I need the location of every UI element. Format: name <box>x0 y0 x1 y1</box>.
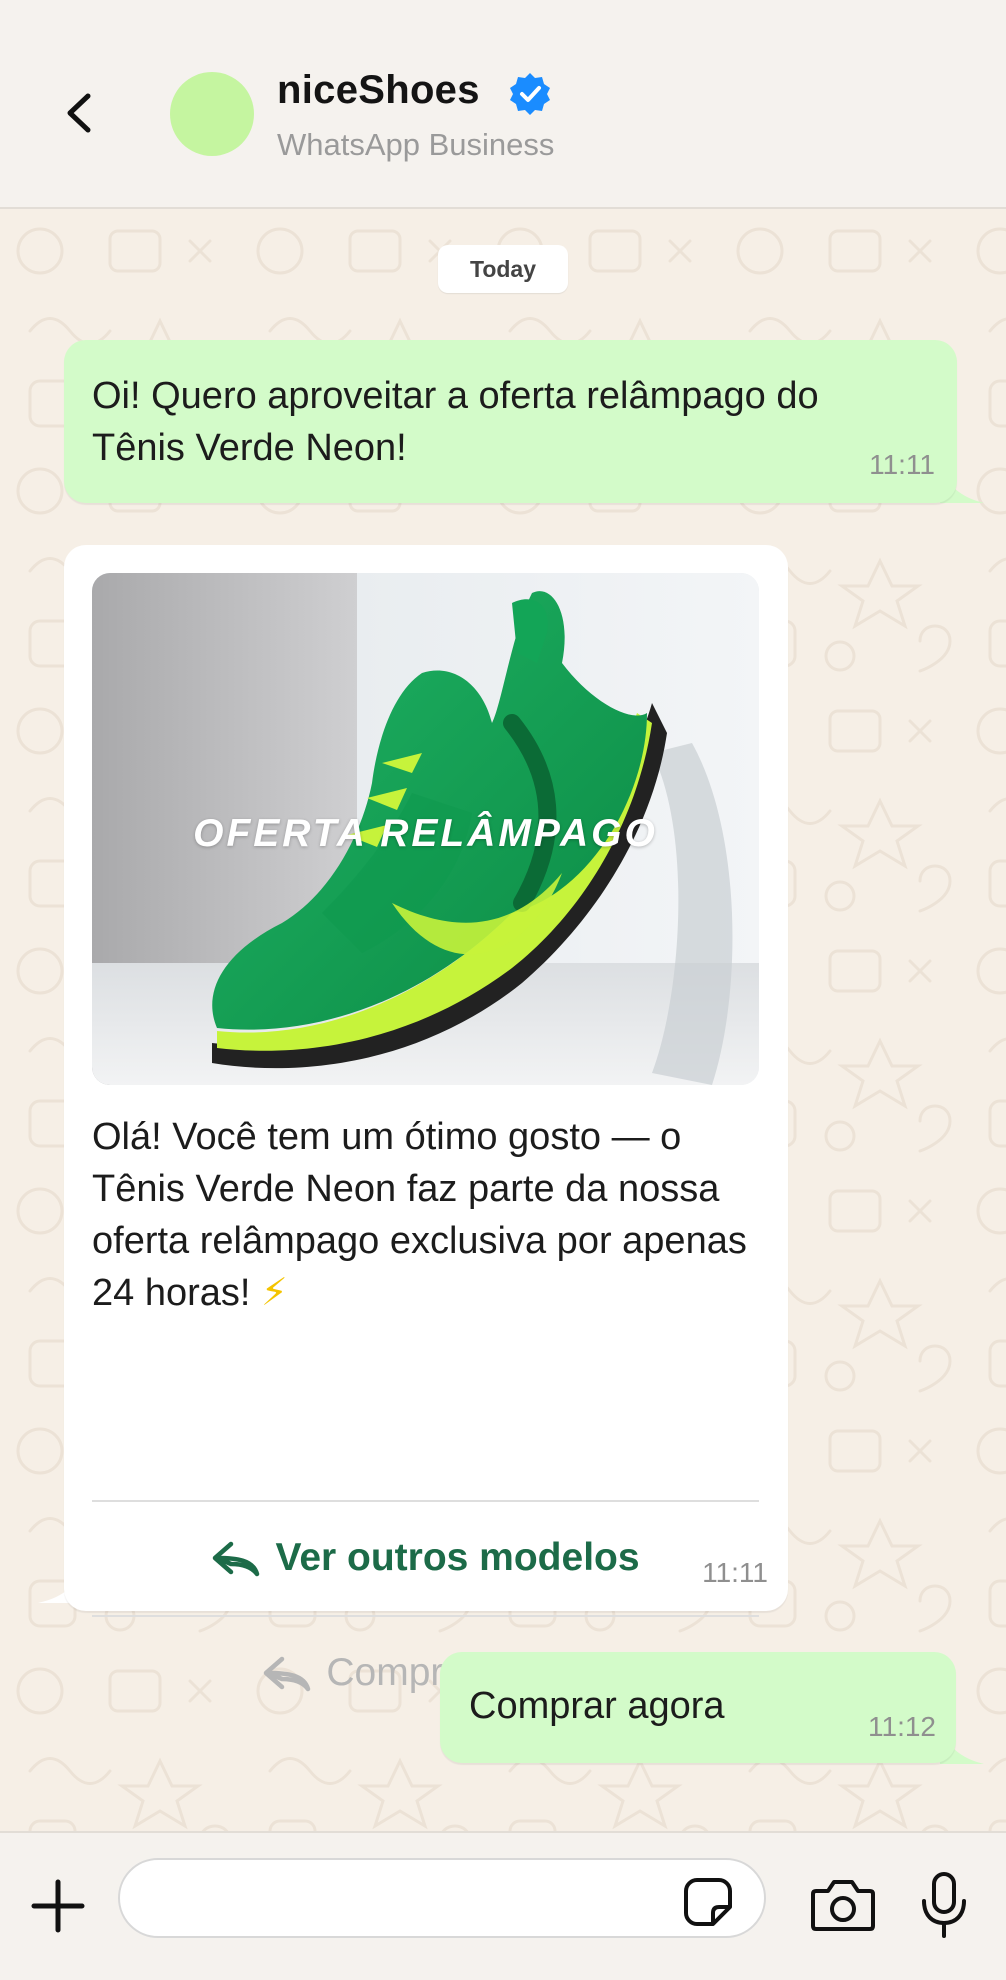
reply-icon <box>213 1541 260 1577</box>
incoming-message[interactable]: OFERTA RELÂMPAGO Olá! Você tem um ótimo … <box>64 545 788 1694</box>
reply-icon <box>264 1656 311 1692</box>
verified-badge-icon <box>510 73 550 115</box>
chat-header: niceShoes WhatsApp Business <box>0 0 1006 209</box>
message-time: 11:11 <box>702 1557 768 1588</box>
message-text: Olá! Você tem um ótimo gosto — o Tênis V… <box>92 1111 762 1319</box>
message-input[interactable] <box>118 1858 766 1938</box>
image-banner-text: OFERTA RELÂMPAGO <box>193 812 658 855</box>
message-time: 11:12 <box>868 1711 936 1742</box>
contact-avatar[interactable] <box>170 72 254 156</box>
attach-button[interactable] <box>30 1878 86 1934</box>
plus-icon <box>31 1879 85 1933</box>
action-label: Ver outros modelos <box>275 1536 640 1579</box>
camera-button[interactable] <box>810 1877 876 1933</box>
ver-outros-modelos-button[interactable]: Ver outros modelos <box>92 1502 759 1614</box>
back-button[interactable] <box>60 88 100 138</box>
camera-icon <box>811 1880 875 1931</box>
message-text: Oi! Quero aproveitar a oferta relâmpago … <box>92 375 819 469</box>
message-time: 11:11 <box>869 449 935 480</box>
message-text: Comprar agora <box>469 1685 725 1727</box>
outgoing-message[interactable]: Oi! Quero aproveitar a oferta relâmpago … <box>64 340 957 503</box>
product-image[interactable]: OFERTA RELÂMPAGO <box>92 573 759 1085</box>
sticker-icon <box>684 1878 732 1926</box>
lightning-emoji: ⚡ <box>261 1272 288 1314</box>
contact-subtitle: WhatsApp Business <box>277 127 555 162</box>
contact-name[interactable]: niceShoes <box>277 68 480 113</box>
sticker-button[interactable] <box>683 1877 733 1927</box>
voice-message-button[interactable] <box>918 1871 970 1939</box>
mic-icon <box>922 1872 966 1938</box>
message-composer <box>0 1831 1006 1980</box>
chevron-left-icon <box>67 93 91 133</box>
date-chip: Today <box>438 245 568 293</box>
outgoing-message[interactable]: Comprar agora 11:12 <box>440 1652 956 1763</box>
chat-area[interactable]: Today Oi! Quero aproveitar a oferta relâ… <box>0 211 1006 1831</box>
message-body: Olá! Você tem um ótimo gosto — o Tênis V… <box>92 1116 747 1314</box>
